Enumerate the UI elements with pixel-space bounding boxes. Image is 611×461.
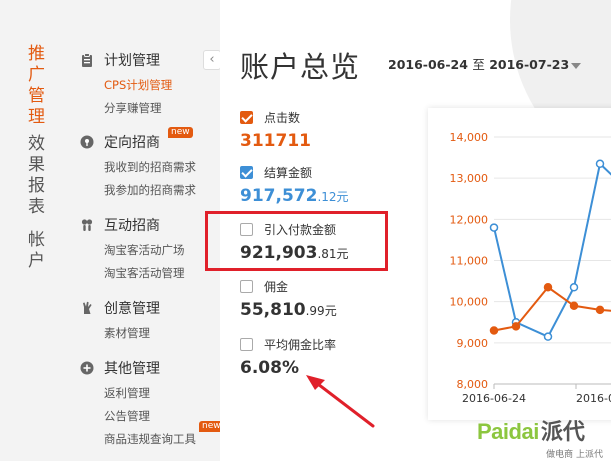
plus-circle-icon — [80, 361, 94, 375]
group-title-creative[interactable]: 创意管理 — [80, 298, 160, 318]
location-pin-icon — [80, 135, 94, 149]
date-range-picker[interactable]: 2016-06-24 至 2016-07-23 — [388, 54, 582, 73]
group-label: 定向招商 — [104, 135, 160, 151]
y-tick-label: 12,000 — [450, 213, 489, 226]
sidebar-item-rebate[interactable]: 返利管理 — [80, 382, 196, 405]
metric-value: 311711 — [240, 131, 311, 151]
sidebar-item-activity-manage[interactable]: 淘宝客活动管理 — [80, 262, 185, 285]
sidebar-item-received-requests[interactable]: 我收到的招商需求 — [80, 156, 196, 179]
group-title-plan[interactable]: 计划管理 — [80, 50, 172, 70]
group-label: 其他管理 — [104, 361, 160, 377]
group-creative: 创意管理 素材管理 — [80, 298, 160, 345]
data-point — [569, 301, 579, 311]
new-badge: new — [168, 127, 193, 138]
rail-item-account[interactable]: 帐户 — [28, 230, 48, 272]
y-tick-label: 13,000 — [450, 172, 489, 185]
x-tick-label: 2016-06 — [576, 392, 611, 405]
sidebar-item-announcements[interactable]: 公告管理 — [80, 405, 196, 428]
metric-checkbox[interactable] — [240, 110, 253, 124]
sidebar-item-cps-plan[interactable]: CPS计划管理 — [80, 74, 172, 97]
rail-item-reports[interactable]: 效果报表 — [28, 134, 48, 218]
paidai-watermark: Paidai派代 做电商 上派代 — [477, 414, 611, 461]
y-tick-label: 10,000 — [450, 296, 489, 309]
chevron-down-icon — [571, 62, 582, 69]
y-tick-label: 11,000 — [450, 255, 489, 268]
chevron-left-icon: ‹ — [209, 52, 215, 67]
annotation-arrow-icon — [306, 375, 375, 428]
highlight-box — [205, 211, 388, 271]
group-other: 其他管理 返利管理 公告管理 商品违规查询工具 — [80, 358, 196, 451]
metric-checkbox[interactable] — [240, 165, 253, 179]
group-interactive: 互动招商 淘宝客活动广场 淘宝客活动管理 — [80, 215, 185, 285]
series-line — [493, 285, 611, 332]
metric-commission: 佣金 55,810.99元 — [240, 278, 337, 320]
data-point — [511, 322, 521, 331]
rail-item-promotion[interactable]: 推广管理 — [28, 44, 48, 128]
data-point — [595, 305, 605, 315]
metric-value: 55,810.99元 — [240, 300, 337, 320]
hand-icon — [83, 301, 92, 314]
group-label: 创意管理 — [104, 301, 160, 317]
series-line — [493, 161, 611, 338]
sidebar-item-materials[interactable]: 素材管理 — [80, 322, 160, 345]
group-targeted: 定向招商 我收到的招商需求 我参加的招商需求 — [80, 132, 196, 202]
sidebar: 计划管理 CPS计划管理 分享赚管理 定向招商 我收到的招商需求 我参加的招商需… — [68, 0, 224, 461]
group-plan: 计划管理 CPS计划管理 分享赚管理 — [80, 50, 172, 120]
y-tick-label: 8,000 — [457, 378, 489, 391]
metric-clicks: 点击数 311711 — [240, 109, 311, 151]
metric-checkbox[interactable] — [240, 337, 253, 351]
watermark-brand: Paidai — [477, 419, 539, 444]
line-chart: 14,000 13,000 12,000 11,000 10,000 9,000 8,000… — [450, 131, 611, 405]
left-rail: 推广管理 效果报表 帐户 — [0, 0, 68, 461]
metric-label: 佣金 — [264, 279, 289, 294]
sidebar-collapse-button[interactable]: ‹ — [203, 50, 221, 70]
data-point — [569, 283, 579, 292]
clipboard-icon — [82, 53, 92, 67]
page-title: 账户总览 — [240, 50, 361, 84]
metric-label: 点击数 — [264, 110, 301, 125]
sidebar-item-violation-query[interactable]: 商品违规查询工具 — [80, 428, 196, 451]
sidebar-item-joined-requests[interactable]: 我参加的招商需求 — [80, 179, 196, 202]
y-tick-label: 14,000 — [450, 131, 489, 144]
watermark-tagline: 做电商 上派代 — [546, 450, 603, 460]
metric-label: 结算金额 — [264, 165, 313, 180]
watermark-brand-cn: 派代 — [540, 420, 585, 445]
metric-label: 平均佣金比率 — [264, 337, 337, 352]
group-label: 计划管理 — [104, 53, 160, 69]
date-end: 2016-07-23 — [489, 57, 570, 72]
group-title-other[interactable]: 其他管理 — [80, 358, 196, 378]
date-separator: 至 — [472, 57, 485, 72]
chart-panel: 14,000 13,000 12,000 11,000 10,000 9,000 8,000… — [428, 108, 611, 420]
data-point — [543, 332, 553, 341]
metric-value: 917,572.12元 — [240, 186, 349, 206]
metric-settlement: 结算金额 917,572.12元 — [240, 164, 349, 206]
y-tick-label: 9,000 — [457, 337, 489, 350]
people-icon — [81, 219, 93, 231]
sidebar-item-activity-plaza[interactable]: 淘宝客活动广场 — [80, 239, 185, 262]
metric-checkbox[interactable] — [240, 279, 253, 293]
data-point — [489, 223, 499, 232]
data-point — [543, 283, 553, 292]
data-point — [595, 159, 605, 169]
date-start: 2016-06-24 — [388, 57, 468, 72]
group-title-interactive[interactable]: 互动招商 — [80, 215, 185, 235]
data-point — [489, 326, 499, 335]
group-label: 互动招商 — [104, 218, 160, 234]
x-tick-label: 2016-06-24 — [462, 392, 526, 405]
sidebar-item-share-earn[interactable]: 分享赚管理 — [80, 97, 172, 120]
